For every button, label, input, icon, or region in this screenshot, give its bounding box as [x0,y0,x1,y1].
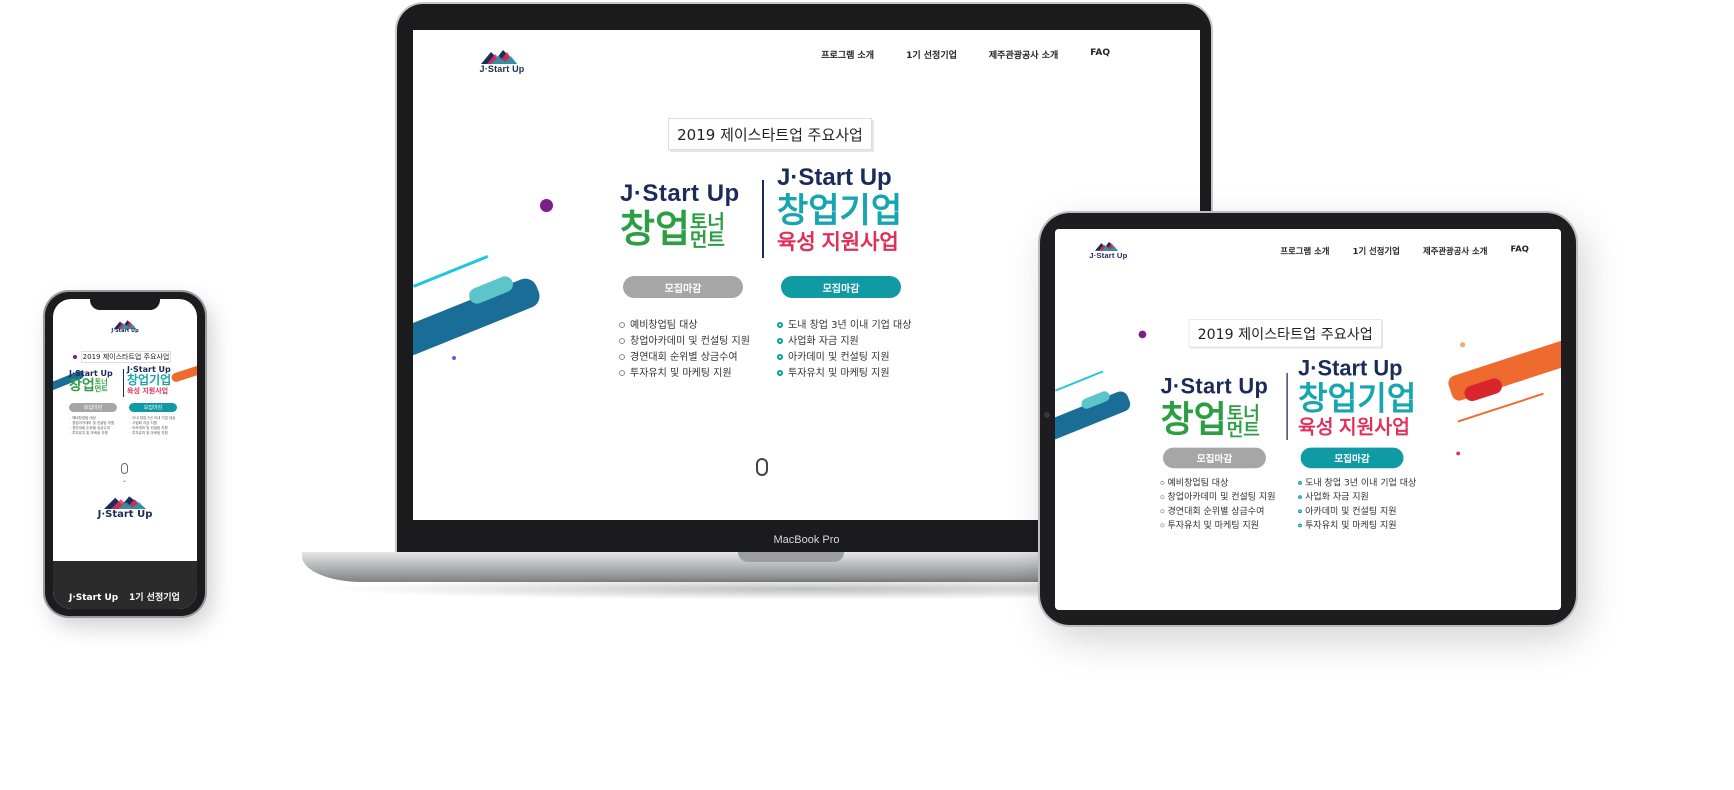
logo-mountain-icon [1094,241,1119,251]
footer-logo-text[interactable]: J·Start Up [69,593,118,603]
year-title: 2019 제이스타트업 주요사업 [81,351,171,363]
deco-dot [1138,330,1147,339]
brand-ko: 창업토너 먼트 [620,209,725,251]
deco-dot [452,356,456,360]
list-item: 예비창업팀 대상 [619,318,750,334]
list-item: 아카데미 및 컨설팅 지원 [1298,504,1416,518]
right-apply-button[interactable]: 모집마감 [129,403,177,412]
list-item: 아카데미 및 컨설팅 지원 [777,350,911,366]
site-tablet: J·Start Up 프로그램 소개 1기 선정기업 제주관광공사 소개 FAQ… [1055,229,1561,610]
brand-divider [762,180,764,258]
deco-dot [73,355,77,359]
nav-item-about[interactable]: 제주관광공사 소개 [989,48,1058,61]
brand-tournament: J·Start Up 창업토너 먼트 [1160,374,1268,439]
site-logo[interactable]: J·Start Up [467,48,527,84]
tablet-camera [1044,412,1050,418]
list-item: ◦ 투자유치 및 마케팅 지원 [69,431,108,435]
deco-dot [540,199,553,212]
list-item: 예비창업팀 대상 [1160,476,1275,490]
laptop-hinge-notch [738,552,844,562]
year-title: 2019 제이스타트업 주요사업 [1188,319,1382,348]
phone-notch [90,299,160,310]
scroll-mouse-icon[interactable] [121,463,128,474]
left-feature-list: 예비창업팀 대상 창업아카데미 및 컨설팅 지원 경연대회 순위별 상금수여 투… [619,318,750,382]
brand-ko-sub: 육성 지원사업 [127,387,169,395]
deco-stripe [170,363,197,384]
main-nav: 프로그램 소개 1기 선정기업 제주관광공사 소개 FAQ [821,48,1110,61]
logo-text: J·Start Up [111,328,139,334]
brand-divider [1286,373,1288,440]
nav-item-program[interactable]: 프로그램 소개 [821,48,874,61]
site-logo[interactable]: J·Start Up [1086,241,1127,264]
main-nav: 프로그램 소개 1기 선정기업 제주관광공사 소개 FAQ [1280,244,1528,256]
brand-en: J·Start Up [1298,356,1403,381]
list-item: 투자유치 및 마케팅 지원 [619,366,750,382]
deco-dot [1460,342,1466,348]
list-item: 도내 창업 3년 이내 기업 대상 [1298,476,1416,490]
deco-line [1055,370,1104,392]
nav-item-about[interactable]: 제주관광공사 소개 [1423,244,1487,257]
brand-en: J·Start Up [1160,374,1269,399]
right-feature-list: 도내 창업 3년 이내 기업 대상 사업화 자금 지원 아카데미 및 컨설팅 지… [777,318,911,382]
nav-item-faq[interactable]: FAQ [1511,244,1529,256]
left-feature-list: ◦ 예비창업팀 대상 ◦ 창업아카데미 및 컨설팅 지원 ◦ 경연대회 순위별 … [69,416,114,436]
logo-text: J·Start Up [97,509,153,520]
nav-item-selected[interactable]: 1기 선정기업 [1353,244,1400,257]
brand-support: J·Start Up 창업기업 육성 지원사업 [127,365,171,396]
left-feature-list: 예비창업팀 대상 창업아카데미 및 컨설팅 지원 경연대회 순위별 상금수여 투… [1160,476,1275,533]
deco-dot [1456,451,1461,456]
list-item: ◦ 투자유치 및 마케팅 지원 [129,431,168,435]
logo-mountain-icon [104,496,146,509]
brand-divider [123,369,124,397]
chevron-down-icon[interactable]: ⌄ [122,477,127,484]
logo-mountain-icon [481,50,517,64]
brand-en: J·Start Up [69,369,113,378]
right-apply-button[interactable]: 모집마감 [1300,447,1404,469]
nav-item-faq[interactable]: FAQ [1090,48,1110,61]
site-mobile: J·Start Up 2019 제이스타트업 주요사업 J·Start Up 창… [53,299,197,561]
list-item: 경연대회 순위별 상금수여 [1160,504,1275,518]
right-feature-list: ◦ 도내 창업 3년 이내 기업 대상 ◦ 사업화 자금 지원 ◦ 아카데미 및… [129,416,175,436]
nav-item-program[interactable]: 프로그램 소개 [1280,244,1329,257]
brand-support: J·Start Up 창업기업 육성 지원사업 [777,164,902,256]
year-title: 2019 제이스타트업 주요사업 [668,118,872,150]
nav-item-selected[interactable]: 1기 선정기업 [906,48,957,61]
list-item: 도내 창업 3년 이내 기업 대상 [777,318,911,334]
brand-tournament: J·Start Up 창업토너 먼트 [69,369,113,394]
phone-screen: J·Start Up 2019 제이스타트업 주요사업 J·Start Up 창… [53,299,197,609]
right-feature-list: 도내 창업 3년 이내 기업 대상 사업화 자금 지원 아카데미 및 컨설팅 지… [1298,476,1416,533]
brand-ko-sub: 육성 지원사업 [777,231,899,254]
logo-text: J·Start Up [1089,250,1128,260]
brand-tournament: J·Start Up 창업토너 먼트 [620,180,740,252]
list-item: 투자유치 및 마케팅 지원 [1160,518,1275,532]
brand-support: J·Start Up 창업기업 육성 지원사업 [1298,356,1416,439]
footer-link-selected[interactable]: 1기 선정기업 [129,590,180,603]
right-apply-button[interactable]: 모집마감 [781,276,901,298]
list-item: 사업화 자금 지원 [1298,490,1416,504]
list-item: 투자유치 및 마케팅 지원 [777,366,911,382]
brand-ko: 창업토너 먼트 [69,378,108,394]
brand-ko: 창업기업 [1298,380,1417,417]
list-item: 사업화 자금 지원 [777,334,911,350]
deco-line [413,255,489,288]
brand-ko: 창업기업 [127,373,172,387]
scroll-mouse-icon[interactable] [756,458,768,476]
left-apply-button[interactable]: 모집마감 [623,276,743,298]
left-apply-button[interactable]: 모집마감 [69,403,117,412]
brand-en: J·Start Up [620,180,740,207]
logo-text: J·Start Up [479,64,525,74]
brand-en: J·Start Up [777,164,892,191]
mobile-footer: J·Start Up 1기 선정기업 [53,561,197,609]
list-item: 창업아카데미 및 컨설팅 지원 [1160,490,1275,504]
brand-ko: 창업기업 [777,192,903,230]
list-item: 경연대회 순위별 상금수여 [619,350,750,366]
left-apply-button[interactable]: 모집마감 [1163,447,1266,469]
brand-ko-sub: 육성 지원사업 [1298,416,1410,438]
brand-ko: 창업토너 먼트 [1160,398,1260,441]
list-item: 투자유치 및 마케팅 지원 [1298,518,1416,532]
tablet-screen: J·Start Up 프로그램 소개 1기 선정기업 제주관광공사 소개 FAQ… [1055,229,1561,610]
list-item: 창업아카데미 및 컨설팅 지원 [619,334,750,350]
mobile-footer-logo[interactable]: J·Start Up [89,495,161,525]
